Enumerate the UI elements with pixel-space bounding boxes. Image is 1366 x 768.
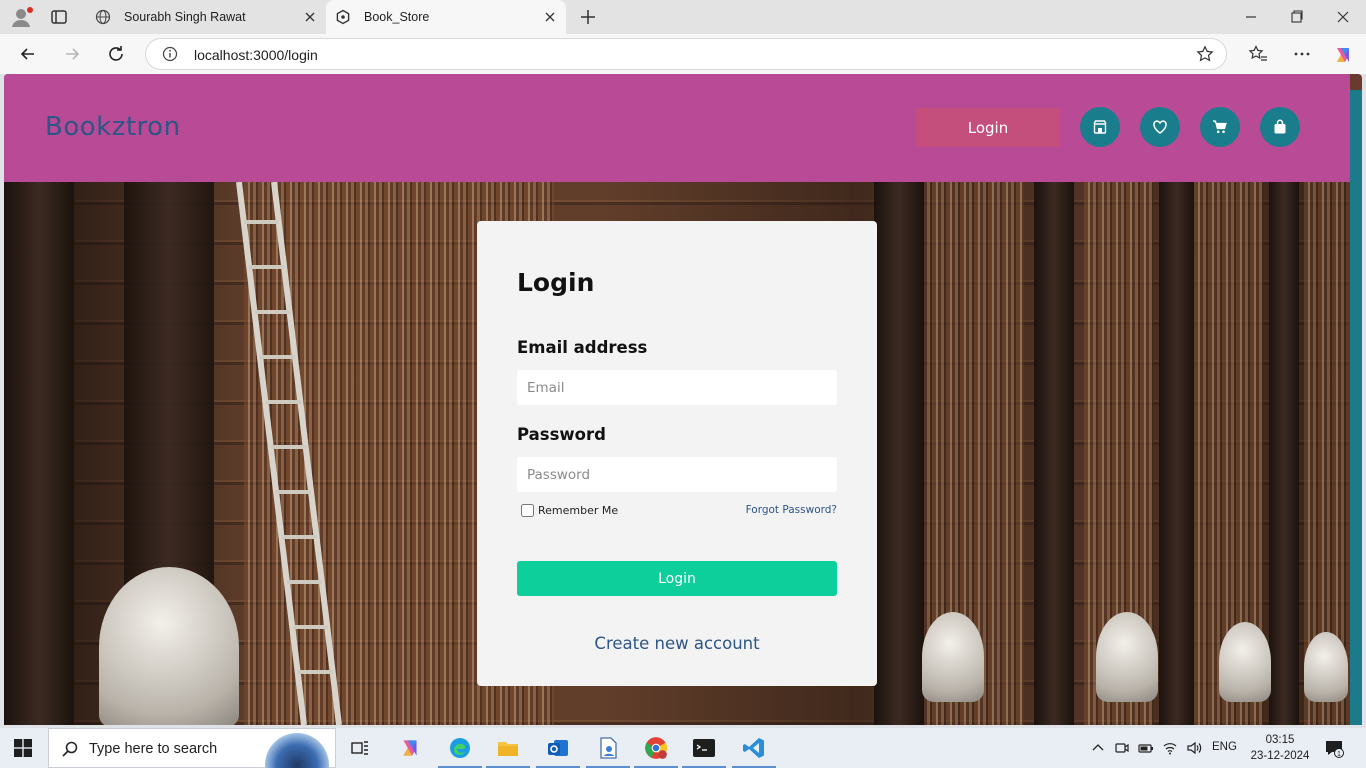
forgot-password-link[interactable]: Forgot Password?	[746, 504, 837, 516]
edge-browser-icon[interactable]	[438, 734, 482, 768]
password-input[interactable]	[517, 457, 837, 492]
page-scrollbar[interactable]	[1350, 90, 1362, 725]
copilot-icon[interactable]	[1332, 44, 1352, 64]
store-icon[interactable]	[1080, 107, 1120, 147]
system-clock[interactable]: 03:15 23-12-2024	[1250, 732, 1310, 764]
info-icon[interactable]	[162, 46, 178, 62]
windows-start-icon[interactable]	[14, 739, 32, 757]
email-input[interactable]	[517, 370, 837, 405]
favorites-icon[interactable]	[1248, 44, 1268, 64]
heart-icon[interactable]	[1140, 107, 1180, 147]
chrome-icon[interactable]	[634, 734, 678, 768]
marble-bust	[922, 612, 984, 702]
document-icon[interactable]	[586, 734, 630, 768]
clock-date: 23-12-2024	[1250, 750, 1310, 762]
close-icon[interactable]	[302, 9, 318, 25]
outlook-icon[interactable]	[536, 734, 580, 768]
vscode-icon[interactable]	[732, 734, 776, 768]
copilot-taskbar-icon[interactable]	[396, 734, 424, 762]
login-submit-button[interactable]: Login	[517, 561, 837, 596]
notification-count: 1	[1337, 751, 1341, 758]
restore-icon[interactable]	[1284, 6, 1310, 28]
close-window-icon[interactable]	[1330, 6, 1356, 28]
tab-actions-icon[interactable]	[50, 8, 68, 26]
remember-me-label: Remember Me	[538, 504, 619, 517]
react-icon	[334, 8, 352, 26]
meet-now-icon[interactable]	[1114, 740, 1130, 756]
tab-book-store[interactable]: Book_Store	[326, 0, 566, 34]
cart-icon[interactable]	[1200, 107, 1240, 147]
web-page: Bookztron Login Login Email address Emai…	[4, 74, 1362, 725]
tab-title: Sourabh Singh Rawat	[124, 10, 246, 24]
close-icon[interactable]	[542, 9, 558, 25]
clock-time: 03:15	[1265, 734, 1295, 746]
marble-bust	[1096, 612, 1158, 702]
search-highlight-image	[265, 733, 329, 768]
search-placeholder: Type here to search	[89, 741, 218, 757]
battery-icon[interactable]	[1138, 740, 1154, 756]
remember-me: Remember Me	[521, 504, 618, 517]
marble-bust	[1304, 632, 1348, 702]
login-title: Login	[517, 268, 595, 297]
browser-toolbar: localhost:3000/login	[0, 34, 1366, 74]
language-indicator[interactable]: ENG	[1212, 741, 1237, 753]
navbar-login-button[interactable]: Login	[916, 108, 1060, 147]
create-account-link[interactable]: Create new account	[477, 634, 877, 653]
notification-icon[interactable]: 1	[1324, 738, 1344, 758]
favorite-star-icon[interactable]	[1196, 45, 1214, 63]
globe-icon	[94, 8, 112, 26]
email-label: Email address	[517, 338, 648, 357]
password-label: Password	[517, 425, 606, 444]
marble-bust	[1219, 622, 1271, 702]
back-arrow-icon[interactable]	[18, 44, 38, 64]
browser-tab-bar: Sourabh Singh Rawat Book_Store	[0, 0, 1366, 34]
shopping-bag-icon[interactable]	[1260, 107, 1300, 147]
search-icon	[61, 740, 79, 758]
taskbar-search[interactable]: Type here to search	[48, 728, 336, 768]
forward-arrow-icon[interactable]	[62, 44, 82, 64]
login-card: Login Email address Password Remember Me…	[477, 221, 877, 686]
terminal-icon[interactable]	[682, 734, 726, 768]
refresh-icon[interactable]	[106, 44, 126, 64]
remember-me-checkbox[interactable]	[521, 504, 534, 517]
address-bar[interactable]: localhost:3000/login	[145, 38, 1227, 70]
volume-icon[interactable]	[1186, 740, 1202, 756]
file-explorer-icon[interactable]	[486, 734, 530, 768]
profile-avatar-icon[interactable]	[10, 6, 34, 28]
tab-sourabh[interactable]: Sourabh Singh Rawat	[86, 0, 326, 34]
more-options-icon[interactable]	[1292, 44, 1312, 64]
minimize-icon[interactable]	[1238, 6, 1264, 28]
brand-logo[interactable]: Bookztron	[45, 112, 181, 142]
new-tab-icon[interactable]	[578, 7, 598, 27]
windows-taskbar: Type here to search ENG 03:15 23-12-2024…	[0, 728, 1366, 768]
task-view-icon[interactable]	[346, 734, 374, 762]
url-text[interactable]: localhost:3000/login	[194, 47, 318, 63]
app-navbar: Bookztron Login	[4, 74, 1350, 182]
tab-title: Book_Store	[364, 10, 430, 24]
ladder	[236, 182, 342, 725]
marble-bust	[99, 567, 239, 725]
chevron-up-icon[interactable]	[1090, 740, 1106, 756]
wifi-icon[interactable]	[1162, 740, 1178, 756]
